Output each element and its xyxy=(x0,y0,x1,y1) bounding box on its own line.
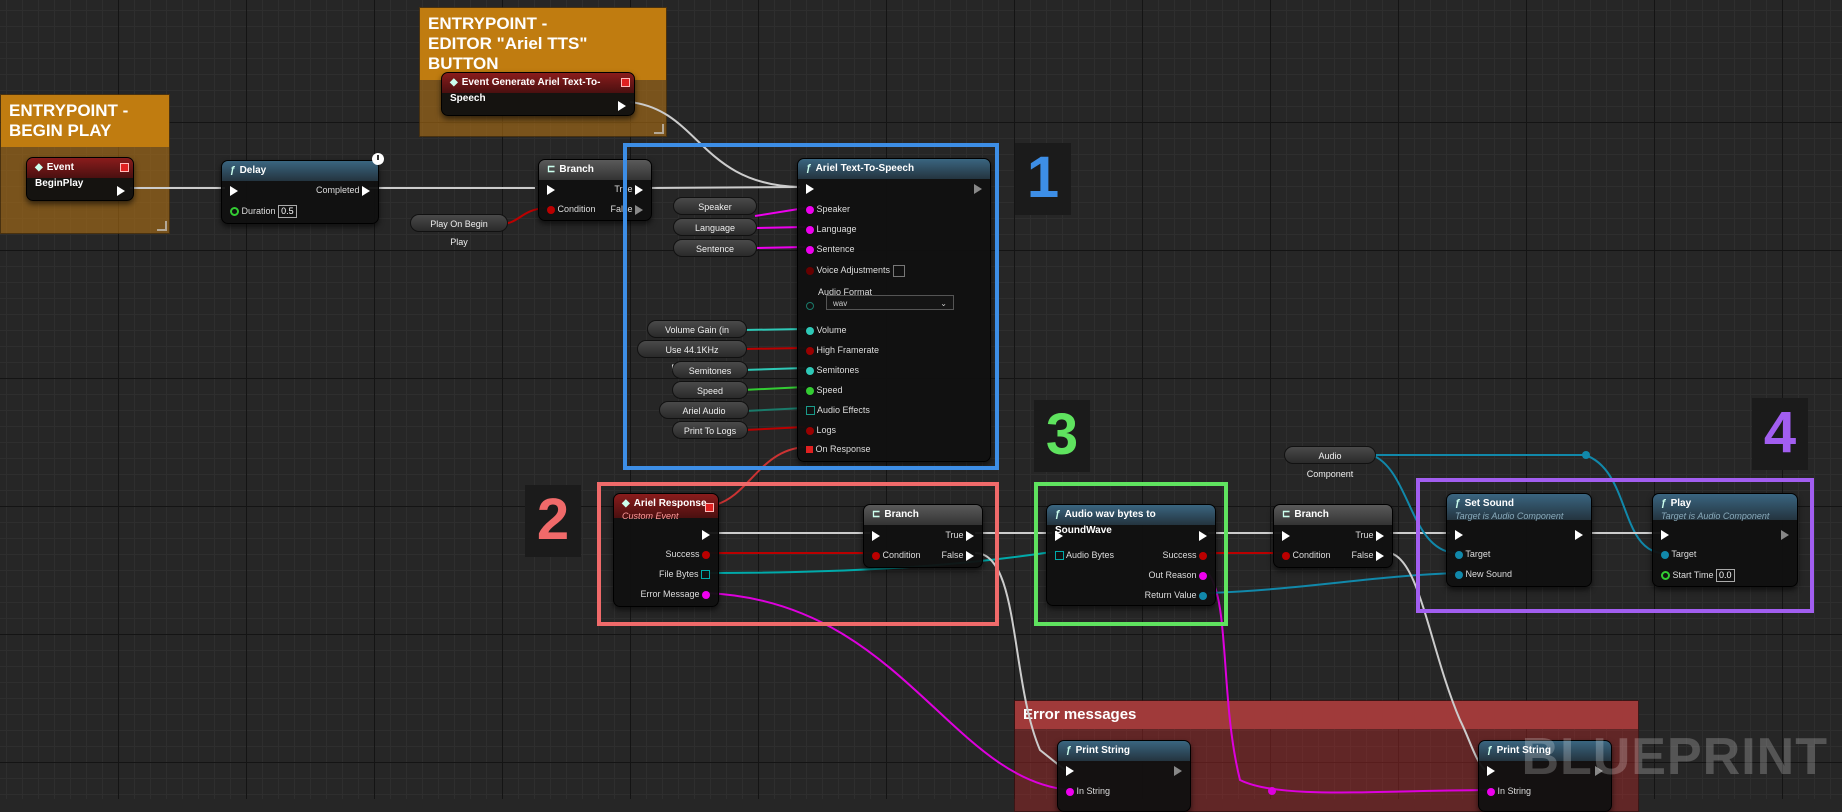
exec-out-pin[interactable] xyxy=(1174,764,1182,776)
duration-pin[interactable]: Duration 0.5 xyxy=(230,205,297,218)
variable-audio-component[interactable]: Audio Component xyxy=(1284,446,1376,479)
blueprint-watermark: BLUEPRINT xyxy=(1521,728,1828,786)
branch-icon: ⊏ xyxy=(1282,509,1291,520)
in-string-pin[interactable]: In String xyxy=(1066,785,1110,797)
node-title: Delay xyxy=(239,165,267,176)
function-icon: ƒ xyxy=(1066,745,1072,756)
node-title: Print String xyxy=(1075,745,1131,756)
section-number-1: 1 xyxy=(1015,143,1071,215)
exec-in-pin[interactable] xyxy=(547,183,555,195)
pin-label: In String xyxy=(1076,786,1111,796)
exec-in-pin[interactable] xyxy=(1487,764,1495,776)
condition-pin[interactable]: Condition xyxy=(1282,549,1331,561)
section-box-1 xyxy=(623,143,999,470)
node-delay[interactable]: ƒ Delay Completed Duration 0.5 xyxy=(221,153,384,224)
node-title: Branch xyxy=(559,164,594,175)
node-header: ◆ Event BeginPlay xyxy=(27,158,133,189)
pin-label: False xyxy=(1351,550,1374,560)
node-event-generate-tts[interactable]: ◆ Event Generate Ariel Text-To-Speech xyxy=(441,72,635,116)
node-header: ƒ Delay xyxy=(222,161,378,181)
completed-pin[interactable]: Completed xyxy=(316,184,370,196)
delegate-pin[interactable] xyxy=(120,163,129,172)
event-icon: ◆ xyxy=(450,77,458,88)
node-event-beginplay[interactable]: ◆ Event BeginPlay xyxy=(26,157,134,201)
clock-icon xyxy=(372,153,384,165)
pin-label: Completed xyxy=(315,185,360,195)
section-box-3 xyxy=(1034,482,1228,626)
event-icon: ◆ xyxy=(35,162,43,173)
node-print-string-1[interactable]: ƒ Print String In String xyxy=(1057,740,1191,812)
pin-label: In String xyxy=(1497,786,1532,796)
section-number-2: 2 xyxy=(525,485,581,557)
pin-label: Condition xyxy=(557,204,596,214)
pin-label: Condition xyxy=(1292,550,1331,560)
node-header: ⊏ Branch xyxy=(1274,505,1392,525)
section-box-2 xyxy=(597,482,999,626)
node-title: Event Generate Ariel Text-To-Speech xyxy=(450,77,601,104)
section-box-4 xyxy=(1416,478,1814,613)
true-pin[interactable]: True xyxy=(1355,529,1384,541)
duration-input[interactable]: 0.5 xyxy=(278,205,297,218)
node-header: ◆ Event Generate Ariel Text-To-Speech xyxy=(442,73,634,104)
exec-out-pin[interactable] xyxy=(117,184,125,196)
false-pin[interactable]: False xyxy=(1351,549,1384,561)
function-icon: ƒ xyxy=(1487,745,1493,756)
pin-label: True xyxy=(1355,530,1374,540)
function-icon: ƒ xyxy=(230,165,236,176)
branch-icon: ⊏ xyxy=(547,164,556,175)
exec-in-pin[interactable] xyxy=(1066,764,1074,776)
exec-in-pin[interactable] xyxy=(1282,529,1290,541)
node-branch-3[interactable]: ⊏ Branch True Condition False xyxy=(1273,504,1393,568)
variable-play-on-begin-play[interactable]: Play On Begin Play xyxy=(410,214,508,247)
exec-in-pin[interactable] xyxy=(230,184,238,196)
delegate-pin[interactable] xyxy=(621,78,630,87)
node-title: Branch xyxy=(1294,509,1329,520)
section-number-4: 4 xyxy=(1752,398,1808,470)
variable-label: Audio Component xyxy=(1306,451,1354,479)
node-header: ƒ Print String xyxy=(1058,741,1190,761)
exec-out-pin[interactable] xyxy=(618,99,626,111)
pin-label: Duration xyxy=(241,206,276,216)
condition-pin[interactable]: Condition xyxy=(547,203,596,215)
section-number-3: 3 xyxy=(1034,400,1090,472)
